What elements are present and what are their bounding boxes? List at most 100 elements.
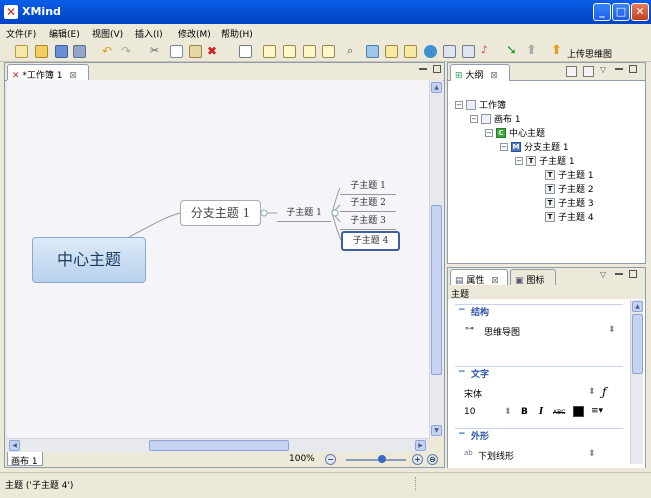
text-color-swatch[interactable] — [573, 406, 584, 417]
note-icon[interactable] — [404, 45, 417, 58]
scroll-up-icon[interactable]: ▲ — [431, 82, 442, 93]
zoom-slider-track[interactable] — [346, 459, 406, 461]
copy-icon[interactable] — [170, 45, 183, 58]
subtopic-2[interactable]: 子主题 2 — [340, 196, 396, 212]
tab-workbook[interactable]: ✕ *工作簿 1 ⊠ — [7, 64, 89, 81]
collapse-icon[interactable]: − — [485, 128, 493, 137]
cut-icon[interactable]: ✂ — [150, 45, 163, 58]
italic-button[interactable]: I — [539, 407, 543, 417]
main-topic[interactable]: 分支主题 1 — [180, 200, 261, 226]
topic-icon[interactable] — [263, 45, 276, 58]
properties-scroll-thumb[interactable] — [632, 314, 643, 374]
menu-help[interactable]: 帮助(H) — [221, 27, 253, 40]
tree-central-topic[interactable]: − C 中心主题 — [485, 126, 545, 139]
floating-topic-icon[interactable] — [322, 45, 335, 58]
view-menu-icon[interactable]: ▽ — [600, 65, 606, 74]
tree-subtopic-1[interactable]: T 子主题 1 — [545, 168, 594, 181]
minimize-properties-icon[interactable] — [615, 273, 623, 275]
summary-icon[interactable]: ♪ — [481, 45, 494, 58]
menu-view[interactable]: 视图(V) — [92, 27, 123, 40]
structure-dropdown-icon[interactable]: ⬍ — [608, 325, 616, 335]
fit-map-icon[interactable]: ⊖ — [427, 454, 438, 465]
maximize-properties-icon[interactable] — [629, 270, 637, 278]
paste-icon[interactable] — [189, 45, 202, 58]
strikethrough-button[interactable]: ABC — [553, 409, 565, 416]
boundary-icon[interactable] — [462, 45, 475, 58]
minimize-outline-icon[interactable] — [615, 68, 623, 70]
label-icon[interactable] — [385, 45, 398, 58]
undo-icon[interactable]: ↶ — [102, 45, 115, 58]
image-icon[interactable] — [366, 45, 379, 58]
menu-edit[interactable]: 编辑(E) — [49, 27, 80, 40]
subtopic-3[interactable]: 子主题 3 — [340, 214, 396, 230]
bold-button[interactable]: B — [521, 407, 528, 417]
zoom-in-icon[interactable]: + — [412, 454, 423, 465]
print-icon[interactable] — [73, 45, 86, 58]
tree-sheet[interactable]: − 画布 1 — [470, 112, 521, 125]
subtopic-4-selected[interactable]: 子主题 4 — [341, 231, 400, 251]
relationship-icon[interactable] — [443, 45, 456, 58]
shape-value[interactable]: 下划线形 — [478, 449, 514, 462]
tree-subtopic-2[interactable]: T 子主题 2 — [545, 182, 594, 195]
maximize-icon[interactable]: □ — [612, 3, 630, 21]
menu-insert[interactable]: 插入(I) — [135, 27, 163, 40]
find-icon[interactable] — [239, 45, 252, 58]
section-structure[interactable]: − 结构 — [455, 304, 623, 318]
sheet-tab[interactable]: 画布 1 — [7, 452, 43, 467]
font-picker-icon[interactable]: ƒ — [602, 385, 606, 399]
minimize-view-icon[interactable] — [419, 68, 427, 70]
properties-scrollbar[interactable]: ▲ — [630, 300, 643, 464]
subtopic-icon[interactable] — [283, 45, 296, 58]
section-shape[interactable]: − 外形 — [455, 428, 623, 442]
outline-expand-icon[interactable] — [583, 66, 594, 77]
horizontal-scroll-thumb[interactable] — [149, 440, 289, 451]
collapse-icon[interactable]: − — [470, 114, 478, 123]
align-icon[interactable]: ≡▾ — [591, 406, 603, 416]
maximize-view-icon[interactable] — [433, 65, 441, 73]
scroll-right-icon[interactable]: ▶ — [415, 440, 426, 451]
new-icon[interactable] — [15, 45, 28, 58]
maximize-outline-icon[interactable] — [629, 65, 637, 73]
minimize-icon[interactable]: _ — [593, 3, 611, 21]
save-icon[interactable] — [55, 45, 68, 58]
drill-up-icon[interactable]: ⬆ — [526, 44, 539, 58]
font-size[interactable]: 10 — [464, 407, 475, 417]
outline-collapse-icon[interactable] — [566, 66, 577, 77]
close-icon[interactable]: ✕ — [631, 3, 649, 21]
collapse-icon[interactable]: − — [455, 100, 463, 109]
sub-topic[interactable]: 子主题 1 — [277, 204, 331, 222]
font-name[interactable]: 宋体 — [464, 387, 482, 400]
redo-icon[interactable]: ↷ — [121, 45, 134, 58]
menu-file[interactable]: 文件(F) — [6, 27, 36, 40]
callout-icon[interactable] — [303, 45, 316, 58]
upload-map-button[interactable]: 上传思维图 — [567, 47, 612, 60]
delete-icon[interactable]: ✖ — [207, 45, 220, 58]
vertical-scrollbar[interactable]: ▲ ▼ — [429, 80, 443, 438]
open-icon[interactable] — [35, 45, 48, 58]
section-text[interactable]: − 文字 — [455, 366, 623, 380]
zoom-out-icon[interactable]: − — [325, 454, 336, 465]
drill-down-icon[interactable]: ➘ — [506, 44, 519, 58]
font-dropdown-icon[interactable]: ⬍ — [588, 387, 596, 397]
menu-modify[interactable]: 修改(M) — [178, 27, 211, 40]
shape-dropdown-icon[interactable]: ⬍ — [588, 449, 596, 459]
font-size-dropdown-icon[interactable]: ⬍ — [504, 407, 512, 417]
structure-value[interactable]: 思维导图 — [484, 325, 520, 338]
central-topic[interactable]: 中心主题 — [32, 237, 146, 283]
tree-subtopic-3[interactable]: T 子主题 3 — [545, 196, 594, 209]
horizontal-scrollbar[interactable]: ◀ ▶ — [7, 438, 429, 452]
tab-properties[interactable]: ▤ 属性 ⊠ — [450, 269, 508, 286]
close-outline-icon[interactable]: ⊠ — [490, 71, 498, 81]
upload-icon[interactable]: ⬆ — [551, 44, 564, 58]
hyperlink-icon[interactable] — [424, 45, 437, 58]
subtopic-1[interactable]: 子主题 1 — [340, 179, 396, 195]
zoom-slider-knob[interactable] — [378, 455, 386, 463]
view-menu-icon[interactable]: ▽ — [600, 270, 606, 279]
scroll-up-icon[interactable]: ▲ — [632, 301, 643, 312]
tab-outline[interactable]: ⊞ 大纲 ⊠ — [450, 64, 510, 81]
vertical-scroll-thumb[interactable] — [431, 205, 442, 375]
tree-sub-topic[interactable]: − T 子主题 1 — [515, 154, 575, 167]
tab-icons[interactable]: ▣ 图标 — [510, 269, 556, 286]
scroll-down-icon[interactable]: ▼ — [431, 425, 442, 436]
tree-workbook[interactable]: − 工作簿 — [455, 98, 506, 111]
